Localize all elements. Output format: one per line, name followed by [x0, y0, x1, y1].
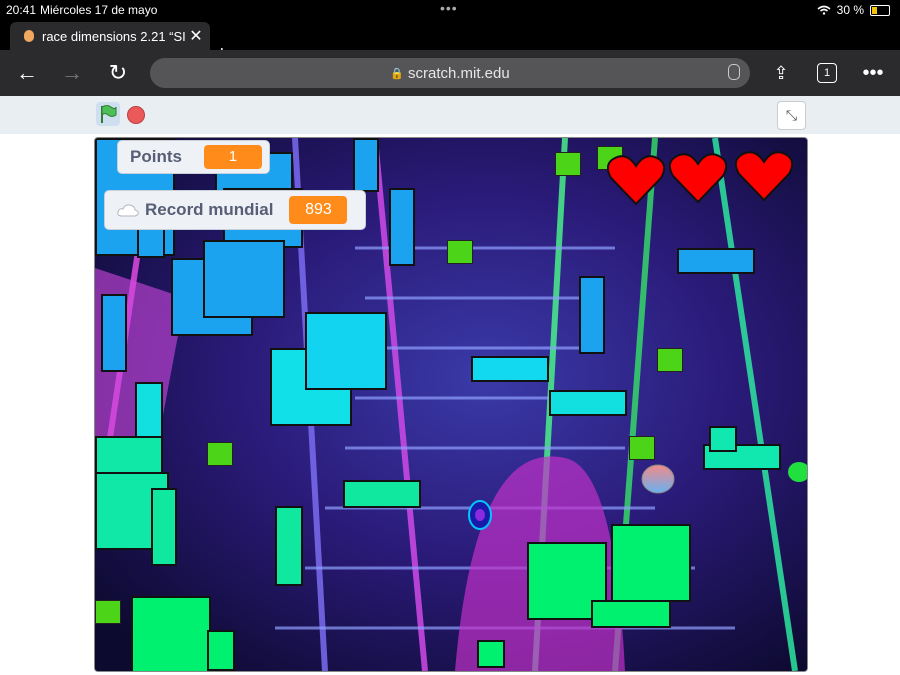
exit-fullscreen-button[interactable]: ⤡ — [777, 101, 806, 130]
close-icon[interactable]: ✕ — [186, 26, 206, 46]
platform-block — [579, 276, 605, 354]
platform-block — [137, 228, 165, 258]
platform-block — [343, 480, 421, 508]
enemy-sprite — [447, 240, 473, 264]
platform-block — [477, 640, 505, 668]
tab-count-button[interactable]: 1 — [817, 63, 837, 83]
browser-tab[interactable]: race dimensions 2.21 “SI ✕ — [10, 22, 210, 50]
url-text: scratch.mit.edu — [407, 64, 510, 82]
heart-icon — [735, 151, 793, 202]
platform-block — [305, 312, 387, 390]
wifi-icon — [817, 5, 831, 15]
date: Miércoles 17 de mayo — [40, 3, 158, 17]
enemy-sprite — [629, 436, 655, 460]
points-label: Points — [130, 147, 182, 166]
lock-icon: 🔒 — [390, 67, 404, 80]
green-flag-icon — [101, 105, 117, 123]
reload-icon[interactable]: ↻ — [103, 58, 133, 88]
multitask-dots-icon[interactable]: ••• — [440, 0, 458, 16]
platform-block — [101, 294, 127, 372]
points-monitor: Points 1 — [117, 140, 270, 174]
stop-button[interactable] — [127, 106, 145, 124]
platform-block — [709, 426, 737, 452]
record-value: 893 — [289, 196, 348, 224]
clock: 20:41 — [6, 3, 37, 17]
game-stage[interactable]: Points 1 Record mundial 893 — [94, 137, 808, 672]
scratch-favicon-icon — [24, 30, 34, 42]
back-arrow-icon[interactable]: ← — [12, 58, 42, 88]
orb-sprite — [641, 464, 675, 494]
browser-toolbar: ← → ↻ 🔒 scratch.mit.edu ⇪ 1 ••• — [0, 50, 900, 96]
enemy-sprite — [95, 600, 121, 624]
battery-icon — [870, 4, 890, 16]
enemy-sprite — [555, 152, 581, 176]
record-label: Record mundial — [145, 200, 274, 219]
record-monitor: Record mundial 893 — [104, 190, 366, 230]
platform-block — [677, 248, 755, 274]
heart-icon — [669, 153, 727, 204]
points-value: 1 — [203, 145, 262, 169]
green-blob-sprite — [788, 462, 807, 482]
more-menu-icon[interactable]: ••• — [858, 58, 888, 88]
platform-block — [471, 356, 549, 382]
enemy-sprite — [657, 348, 683, 372]
platform-block — [151, 488, 177, 566]
green-flag-button[interactable] — [96, 102, 120, 126]
microphone-icon[interactable] — [728, 64, 740, 80]
tab-bar: race dimensions 2.21 “SI ✕ + — [0, 20, 900, 65]
cloud-icon — [117, 204, 139, 217]
player-sprite — [468, 500, 492, 530]
heart-icon — [607, 155, 665, 206]
platform-block — [131, 596, 211, 671]
platform-block — [389, 188, 415, 266]
platform-block — [591, 600, 671, 628]
status-bar: 20:41 Miércoles 17 de mayo ••• 30 % — [0, 0, 900, 20]
forward-arrow-icon[interactable]: → — [57, 58, 87, 88]
platform-block — [203, 240, 285, 318]
battery-percent: 30 % — [836, 3, 864, 17]
status-indicators: 30 % — [817, 3, 890, 17]
platform-block — [549, 390, 627, 416]
platform-block — [207, 630, 235, 671]
tab-title: race dimensions 2.21 “SI — [42, 28, 186, 44]
enemy-sprite — [207, 442, 233, 466]
share-icon[interactable]: ⇪ — [766, 58, 796, 88]
platform-block — [611, 524, 691, 602]
platform-block — [275, 506, 303, 586]
scratch-controls: ⤡ — [0, 96, 900, 134]
address-bar[interactable]: 🔒 scratch.mit.edu — [150, 58, 750, 88]
shrink-icon: ⤡ — [785, 107, 798, 123]
platform-block — [353, 138, 379, 192]
